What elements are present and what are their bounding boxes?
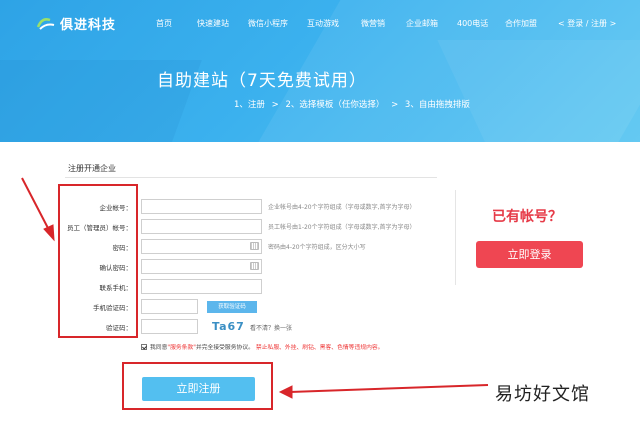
agree-prefix: 我同意 bbox=[150, 345, 168, 351]
sms-code-input[interactable] bbox=[141, 299, 198, 314]
step-1: 1、注册 bbox=[234, 100, 265, 110]
confirm-password-input[interactable] bbox=[141, 259, 262, 274]
step-3: 3、自由拖拽排版 bbox=[404, 100, 470, 110]
logo-icon bbox=[36, 17, 55, 30]
agree-middle: 并完全接受服务协议。 bbox=[195, 345, 254, 351]
step-separator: > bbox=[271, 100, 279, 110]
field-hint: 密码由4-20个字符组成，区分大小写 bbox=[268, 244, 366, 251]
section-title: 注册开通企业 bbox=[68, 164, 116, 173]
step-2: 2、选择模板（任你选择） bbox=[285, 100, 385, 110]
get-sms-code-button[interactable]: 获取验证码 bbox=[207, 301, 257, 313]
nav-item-mini-program[interactable]: 微信小程序 bbox=[248, 18, 288, 29]
staff-account-input[interactable] bbox=[141, 219, 262, 234]
login-register-link[interactable]: < 登录 / 注册 > bbox=[558, 18, 616, 29]
keyboard-icon[interactable] bbox=[250, 262, 259, 270]
annotation-box-submit bbox=[122, 362, 273, 410]
nav-item-games[interactable]: 互动游戏 bbox=[307, 18, 339, 29]
field-hint: 企业帐号由4-20个字符组成（字母或数字,首字为字母） bbox=[268, 204, 416, 211]
keyboard-icon[interactable] bbox=[250, 242, 259, 250]
vertical-divider bbox=[455, 190, 456, 285]
annotation-arrow-right bbox=[278, 384, 489, 399]
brand-name: 俱进科技 bbox=[60, 18, 117, 33]
step-separator: > bbox=[391, 100, 399, 110]
captcha-refresh-link[interactable]: 看不清？换一张 bbox=[250, 323, 292, 332]
terms-agreement: 我同意 "服务条款" 并完全接受服务协议。 禁止私服、外挂、刷钻、黑客、色情等违… bbox=[141, 342, 383, 351]
field-hint: 员工帐号由1-20个字符组成（字母或数字,首字为字母） bbox=[268, 224, 416, 231]
step-indicator: 1、注册 > 2、选择模板（任你选择） > 3、自由拖拽排版 bbox=[234, 98, 474, 110]
captcha-image[interactable]: Ta67 bbox=[212, 320, 245, 333]
has-account-heading: 已有帐号？ bbox=[492, 209, 562, 225]
nav-item-400[interactable]: 400电话 bbox=[457, 18, 488, 29]
nav-item-email[interactable]: 企业邮箱 bbox=[406, 18, 438, 29]
divider bbox=[65, 177, 437, 178]
nav-item-home[interactable]: 首页 bbox=[156, 18, 172, 29]
company-account-input[interactable] bbox=[141, 199, 262, 214]
captcha-input[interactable] bbox=[141, 319, 198, 334]
brand-logo[interactable]: 俱进科技 bbox=[36, 14, 116, 33]
nav-item-marketing[interactable]: 微营销 bbox=[361, 18, 385, 29]
nav-item-partner[interactable]: 合作加盟 bbox=[505, 18, 537, 29]
watermark-text: 易坊好文馆 bbox=[495, 384, 590, 405]
page-title: 自助建站（7天免费试用） bbox=[157, 71, 367, 91]
agree-warning: 禁止私服、外挂、刷钻、黑客、色情等违规内容。 bbox=[255, 345, 384, 351]
login-button[interactable]: 立即登录 bbox=[476, 241, 583, 268]
phone-input[interactable] bbox=[141, 279, 262, 294]
terms-link[interactable]: "服务条款" bbox=[167, 342, 196, 351]
nav-item-quick-site[interactable]: 快速建站 bbox=[197, 18, 229, 29]
annotation-box-fields bbox=[58, 184, 138, 338]
agree-checkbox[interactable] bbox=[141, 343, 147, 350]
hero-banner: 俱进科技 首页 快速建站 微信小程序 互动游戏 微营销 企业邮箱 400电话 合… bbox=[0, 0, 640, 142]
password-input[interactable] bbox=[141, 239, 262, 254]
